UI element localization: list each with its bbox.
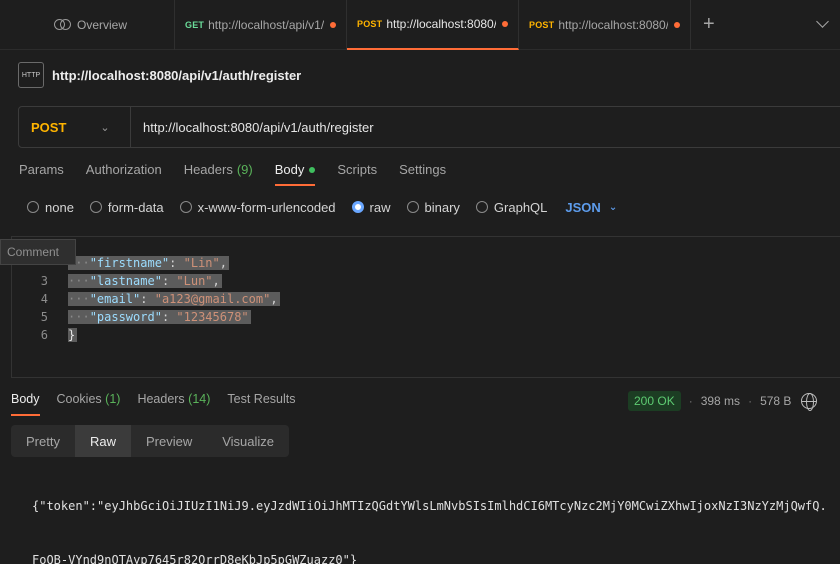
status-badge[interactable]: 200 OK (628, 391, 681, 411)
response-body-line: FoQB-VYnd9nOTAyp7645r82OrrD8eKbJp5pGWZua… (32, 553, 358, 564)
request-title[interactable]: http://localhost:8080/api/v1/auth/regist… (52, 68, 301, 83)
tab-headers-label: Headers (183, 162, 233, 177)
unsaved-dot-icon (502, 21, 508, 27)
response-tabs: Body Cookies (1) Headers (14) Test Resul… (11, 392, 313, 416)
response-view-tabs: Pretty Raw Preview Visualize (11, 425, 290, 457)
body-editor[interactable]: ···"firstname": "Lin", 3 ···"lastname": … (11, 236, 840, 378)
view-pretty[interactable]: Pretty (11, 425, 75, 457)
globe-icon[interactable] (801, 393, 818, 411)
request-tabs: Params Authorization Headers (9) Body Sc… (19, 162, 468, 186)
chevron-down-icon: ⌄ (608, 201, 618, 213)
response-size[interactable]: 578 B (760, 394, 791, 408)
comment-tooltip: Comment (0, 239, 76, 265)
tab-method: POST (529, 20, 555, 30)
radio-none[interactable]: none (27, 200, 74, 215)
response-time[interactable]: 398 ms (701, 394, 740, 408)
request-header: HTTP http://localhost:8080/api/v1/auth/r… (18, 62, 301, 88)
method-select[interactable]: POST ⌄ (19, 107, 131, 147)
editor-line: 5 ···"password": "12345678" (40, 310, 251, 324)
tab-overview[interactable]: Overview (44, 0, 174, 50)
tab-get-request[interactable]: GET http://localhost/api/v1/a (174, 0, 347, 50)
radio-graphql[interactable]: GraphQL (475, 200, 547, 215)
body-type-options: none form-data x-www-form-urlencoded raw… (27, 198, 617, 216)
unsaved-dot-icon (330, 22, 336, 28)
headers-count: (9) (236, 162, 253, 177)
view-raw[interactable]: Raw (74, 425, 131, 457)
editor-line: 4 ···"email": "a123@gmail.com", (40, 292, 280, 306)
tab-authorization[interactable]: Authorization (86, 162, 162, 186)
tab-body[interactable]: Body (274, 162, 316, 186)
radio-circle-icon (89, 201, 102, 213)
tab-post-request[interactable]: POST http://localhost:8080/a (519, 0, 691, 50)
new-tab-button[interactable]: + (703, 14, 715, 34)
editor-line: 3 ···"lastname": "Lun", (40, 274, 222, 288)
tab-url: http://localhost:8080/a (386, 17, 496, 31)
radio-urlencoded[interactable]: x-www-form-urlencoded (179, 200, 336, 215)
tab-response-body[interactable]: Body (11, 392, 40, 416)
radio-checked-icon (351, 201, 364, 213)
tab-settings[interactable]: Settings (399, 162, 446, 186)
format-select[interactable]: JSON ⌄ (565, 200, 617, 215)
radio-circle-icon (179, 201, 192, 213)
method-value: POST (31, 119, 67, 135)
view-preview[interactable]: Preview (131, 425, 207, 457)
response-body[interactable]: {"token":"eyJhbGciOiJIUzI1NiJ9.eyJzdWIiO… (32, 461, 827, 564)
editor-line: 6 } (40, 328, 78, 342)
response-headers-count: (14) (188, 392, 211, 406)
chevron-down-icon[interactable] (816, 15, 829, 28)
radio-circle-icon (406, 201, 419, 213)
tab-params[interactable]: Params (19, 162, 64, 186)
tab-test-results[interactable]: Test Results (227, 392, 295, 416)
radio-form-data[interactable]: form-data (89, 200, 164, 215)
radio-raw[interactable]: raw (351, 200, 391, 215)
tab-method: POST (357, 19, 383, 29)
radio-circle-icon (27, 201, 39, 213)
tab-method: GET (185, 20, 205, 30)
radio-binary[interactable]: binary (406, 200, 460, 215)
tab-post-request-active[interactable]: POST http://localhost:8080/a (347, 0, 519, 50)
view-visualize[interactable]: Visualize (207, 425, 289, 457)
tab-bar: Overview GET http://localhost/api/v1/a P… (0, 0, 840, 50)
cookies-count: (1) (105, 392, 121, 406)
chevron-down-icon: ⌄ (100, 121, 110, 134)
response-status-row: 200 OK · 398 ms · 578 B (628, 390, 818, 412)
tab-url: http://localhost/api/v1/a (208, 18, 324, 32)
tab-headers[interactable]: Headers (9) (184, 162, 253, 186)
tab-response-headers[interactable]: Headers (14) (137, 392, 210, 416)
overview-icon (54, 19, 72, 31)
response-body-line: {"token":"eyJhbGciOiJIUzI1NiJ9.eyJzdWIiO… (32, 499, 827, 513)
tab-body-label: Body (274, 162, 305, 177)
radio-circle-icon (475, 201, 488, 213)
tab-cookies[interactable]: Cookies (1) (57, 392, 121, 416)
url-bar: POST ⌄ http://localhost:8080/api/v1/auth… (18, 106, 840, 148)
url-input[interactable]: http://localhost:8080/api/v1/auth/regist… (131, 120, 374, 135)
http-icon: HTTP (18, 62, 44, 88)
tab-scripts[interactable]: Scripts (337, 162, 377, 186)
body-indicator-dot-icon (309, 167, 316, 173)
tab-overview-label: Overview (77, 18, 128, 32)
tab-url: http://localhost:8080/a (558, 18, 668, 32)
unsaved-dot-icon (674, 22, 680, 28)
